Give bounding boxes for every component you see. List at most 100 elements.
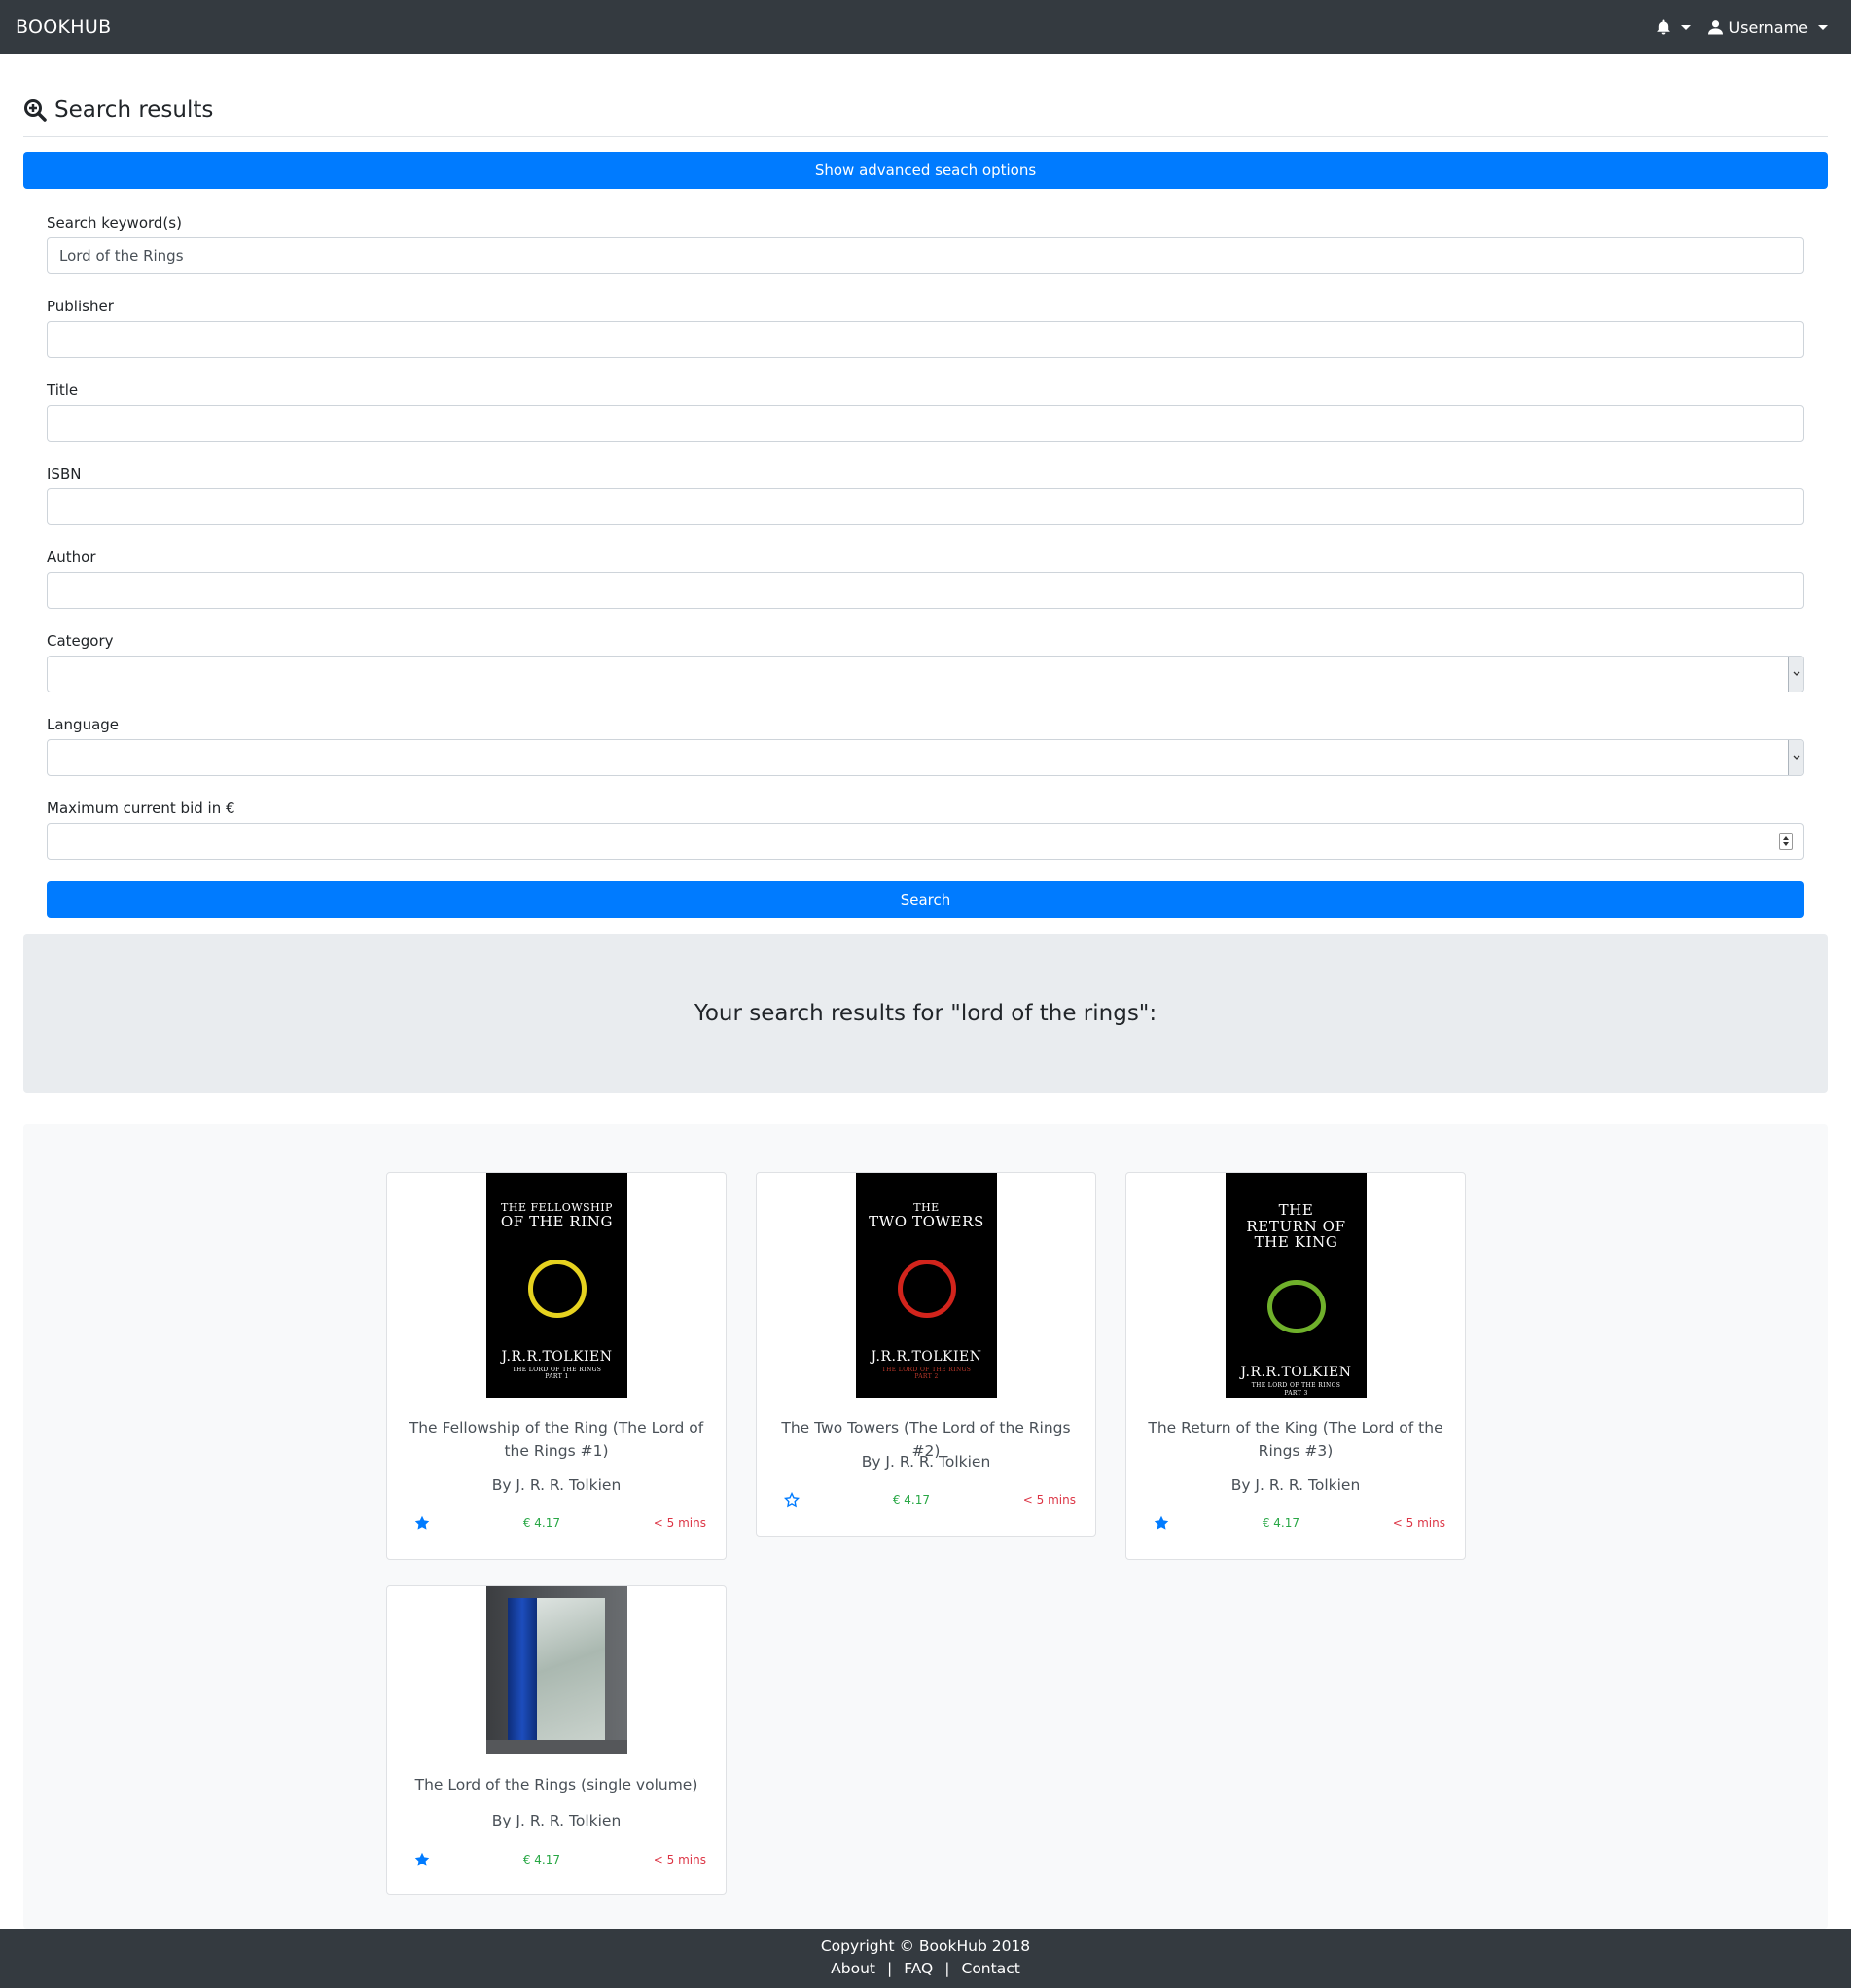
cover-title-big: OF THE RING [500,1213,614,1231]
card-footer: € 4.17 < 5 mins [784,1490,1076,1509]
bell-icon [1657,19,1671,35]
notifications-dropdown[interactable] [1656,19,1691,35]
user-icon [1708,20,1724,35]
cover-title-big: TWO TOWERS [869,1213,984,1231]
language-label: Language [47,716,120,733]
search-plus-icon [24,99,47,122]
title-input[interactable] [47,405,1804,442]
ring-icon [1266,1279,1326,1334]
max-bid-group: Maximum current bid in € [47,794,1804,877]
footer-link-faq[interactable]: FAQ [904,1960,933,1977]
keywords-group: Search keyword(s) Lord of the Rings [47,208,1804,292]
book-title[interactable]: The Lord of the Rings (single volume) [403,1773,710,1796]
book-author: By J. R. R. Tolkien [861,1453,991,1471]
publisher-label: Publisher [47,298,114,315]
language-group: Language [47,710,1804,794]
cover-author: J.R.R.TOLKIEN [501,1348,613,1365]
username-label: Username [1728,18,1808,37]
user-dropdown[interactable]: Username [1708,18,1828,37]
author-input[interactable] [47,572,1804,609]
book-time-left: < 5 mins [1392,1516,1445,1530]
author-label: Author [47,549,96,566]
footer: Copyright © BookHub 2018 About | FAQ | Conta… [0,1929,1851,1988]
advanced-search-form: Search keyword(s) Lord of the Rings Publ… [47,208,1804,877]
advanced-search-toggle-button[interactable]: Show advanced seach options [23,152,1828,189]
cover-part: PART 2 [914,1373,939,1381]
footer-links: About | FAQ | Contact [0,1958,1851,1980]
cover-part: PART 1 [545,1373,569,1381]
cover-series: THE LORD OF THE RINGS [1251,1382,1341,1390]
number-spinner-icon[interactable] [1779,833,1793,850]
chevron-down-icon[interactable] [1788,740,1803,775]
navbar: BOOKHUB Username [0,0,1851,54]
cover-series: THE LORD OF THE RINGS [881,1366,972,1373]
book-cover[interactable]: THE FELLOWSHIP OF THE RING J.R.R.TOLKIEN… [486,1173,627,1398]
book-price: € 4.17 [522,1516,560,1530]
navbar-right: Username [1656,18,1828,37]
book-price: € 4.17 [1262,1516,1299,1530]
isbn-label: ISBN [47,465,82,482]
card-footer: € 4.17 < 5 mins [1154,1513,1445,1533]
publisher-group: Publisher [47,292,1804,375]
star-filled-icon[interactable] [414,1852,430,1867]
author-group: Author [47,543,1804,626]
footer-separator: | [887,1960,893,1977]
book-cover[interactable]: THE TWO TOWERS J.R.R.TOLKIEN THE LORD OF… [856,1173,997,1398]
chevron-down-icon[interactable] [1788,657,1803,692]
results-heading: Your search results for "lord of the rin… [694,1001,1157,1026]
book-card[interactable]: THE FELLOWSHIP OF THE RING J.R.R.TOLKIEN… [386,1172,727,1560]
page-title-text: Search results [54,97,214,123]
results-heading-banner: Your search results for "lord of the rin… [23,934,1828,1093]
book-card[interactable]: The Lord of the Rings (single volume) By… [386,1585,727,1895]
cover-series: THE LORD OF THE RINGS [512,1366,602,1373]
card-footer: € 4.17 < 5 mins [414,1513,706,1533]
results-container: THE FELLOWSHIP OF THE RING J.R.R.TOLKIEN… [23,1124,1828,1929]
search-button[interactable]: Search [47,881,1804,918]
keywords-label: Search keyword(s) [47,214,182,231]
category-select[interactable] [47,656,1804,692]
cover-author: J.R.R.TOLKIEN [1240,1365,1352,1381]
ring-icon [897,1259,956,1318]
copyright-text: Copyright © BookHub 2018 [820,1937,1031,1955]
book-time-left: < 5 mins [653,1853,706,1866]
book-title[interactable]: The Return of the King (The Lord of the … [1142,1416,1449,1463]
book-price: € 4.17 [522,1853,560,1866]
brand-logo[interactable]: BOOKHUB [16,17,111,38]
chevron-down-icon [1818,24,1828,30]
book-cover-photo[interactable] [486,1586,627,1754]
book-author: By J. R. R. Tolkien [491,1812,622,1829]
footer-link-about[interactable]: About [831,1960,875,1977]
book-author: By J. R. R. Tolkien [491,1476,622,1494]
ring-icon [527,1259,587,1318]
max-bid-input[interactable] [47,823,1804,860]
category-group: Category [47,626,1804,710]
title-label: Title [47,381,79,399]
page-title: Search results [23,97,1828,137]
keywords-input[interactable]: Lord of the Rings [47,237,1804,274]
star-filled-icon[interactable] [414,1515,430,1531]
publisher-input[interactable] [47,321,1804,358]
cover-title-big: THE RETURN OF THE KING [1246,1201,1346,1251]
footer-separator: | [944,1960,950,1977]
language-select[interactable] [47,739,1804,776]
book-card[interactable]: THE TWO TOWERS J.R.R.TOLKIEN THE LORD OF… [756,1172,1096,1537]
book-cover[interactable]: THE RETURN OF THE KING J.R.R.TOLKIEN THE… [1226,1173,1367,1398]
book-price: € 4.17 [892,1493,930,1507]
cover-part: PART 3 [1284,1390,1308,1398]
category-label: Category [47,632,114,650]
chevron-down-icon [1681,24,1691,30]
book-time-left: < 5 mins [1022,1493,1076,1507]
star-filled-icon[interactable] [1154,1515,1169,1531]
card-footer: € 4.17 < 5 mins [414,1850,706,1869]
title-group: Title [47,375,1804,459]
isbn-input[interactable] [47,488,1804,525]
cover-author: J.R.R.TOLKIEN [871,1348,982,1365]
book-title[interactable]: The Fellowship of the Ring (The Lord of … [403,1416,710,1463]
isbn-group: ISBN [47,459,1804,543]
max-bid-label: Maximum current bid in € [47,799,235,817]
footer-link-contact[interactable]: Contact [962,1960,1020,1977]
book-card[interactable]: THE RETURN OF THE KING J.R.R.TOLKIEN THE… [1125,1172,1466,1560]
star-outline-icon[interactable] [784,1492,800,1508]
book-author: By J. R. R. Tolkien [1230,1476,1361,1494]
book-time-left: < 5 mins [653,1516,706,1530]
